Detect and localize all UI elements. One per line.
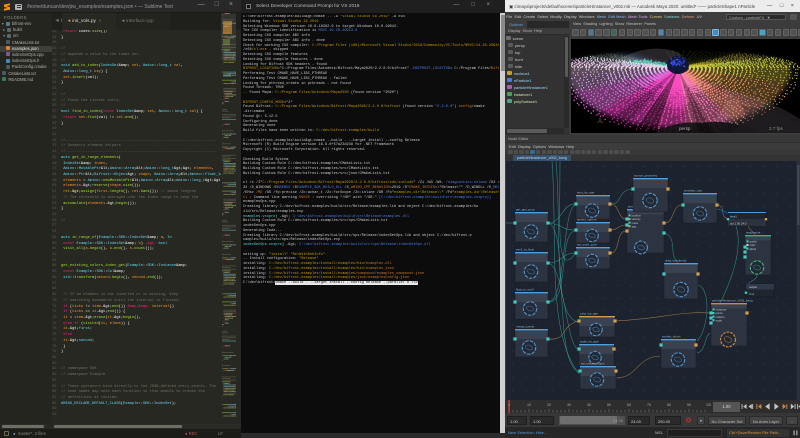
svg-text:emitter_xform: emitter_xform: [662, 334, 681, 338]
svg-text:30: 30: [567, 403, 571, 407]
svg-text:rotation: rotation: [716, 315, 725, 319]
svg-text:spawn_sphere: spawn_sphere: [577, 217, 597, 221]
svg-text:final: final: [749, 292, 755, 296]
svg-text:age: age: [632, 225, 637, 228]
svg-text:particleHinstancer_v002_bang: particleHinstancer_v002_bang: [712, 298, 753, 302]
svg-text:80: 80: [667, 403, 671, 407]
svg-text:60: 60: [627, 403, 631, 407]
svg-text:points: points: [716, 311, 724, 315]
svg-text:100: 100: [706, 403, 711, 407]
svg-text:simulate_root: simulate_root: [684, 188, 702, 192]
svg-text:40: 40: [587, 403, 591, 407]
svg-text:color: color: [750, 243, 756, 247]
svg-text:scale: scale: [716, 318, 723, 322]
svg-text:scale_by_age: scale_by_age: [580, 339, 599, 343]
svg-text:set_instance_geo: set_instance_geo: [581, 361, 605, 365]
svg-text:float_to_vec3: float_to_vec3: [516, 287, 534, 291]
svg-text:set_point_color: set_point_color: [577, 242, 597, 246]
svg-text:output: output: [749, 285, 757, 289]
svg-text:get_geo_prop: get_geo_prop: [516, 207, 535, 211]
svg-text:50: 50: [607, 403, 611, 407]
svg-text:persp: persp: [679, 126, 691, 131]
svg-text:out 1.00 24.0: out 1.00 24.0: [730, 221, 747, 225]
svg-text:drag_turbulence: drag_turbulence: [665, 258, 687, 262]
svg-text:instancer: instancer: [716, 308, 727, 312]
svg-text:90: 90: [687, 403, 691, 407]
svg-text:emit_by_rate: emit_by_rate: [577, 190, 595, 194]
svg-text:color_by_age: color_by_age: [580, 311, 598, 315]
svg-text:merge_points: merge_points: [516, 324, 535, 328]
svg-text:vec3_to_float: vec3_to_float: [516, 247, 534, 251]
svg-text:velocity: velocity: [632, 217, 642, 221]
svg-text:70: 70: [647, 403, 651, 407]
svg-text:time1: time1: [730, 214, 737, 218]
svg-text:position: position: [632, 214, 642, 218]
svg-text:watchpoint: watchpoint: [746, 230, 761, 234]
svg-text:source_geometry: source_geometry: [634, 173, 658, 177]
svg-text:alpha: alpha: [750, 247, 757, 251]
svg-text:10: 10: [527, 403, 531, 407]
svg-text:2.7 fps: 2.7 fps: [769, 126, 783, 131]
svg-text:20: 20: [547, 403, 551, 407]
svg-text:points: points: [750, 240, 758, 244]
svg-text:mass: mass: [632, 222, 639, 225]
